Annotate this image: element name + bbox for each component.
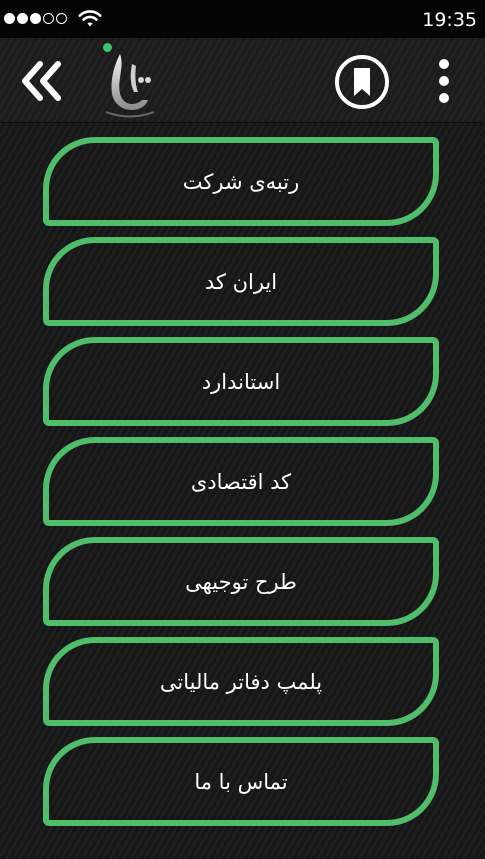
bookmark-icon [335, 55, 389, 109]
wifi-icon [78, 10, 102, 27]
menu-item-standard[interactable]: استاندارد [43, 337, 439, 426]
menu-item-label: تماس با ما [194, 769, 288, 794]
menu-item-economic-code[interactable]: کد اقتصادی [43, 437, 439, 526]
menu-item-feasibility-plan[interactable]: طرح توجیهی [43, 537, 439, 626]
menu-item-label: رتبه‌ی شرکت [182, 169, 300, 194]
double-chevron-left-icon [22, 61, 61, 101]
bookmark-button[interactable] [333, 53, 391, 111]
overflow-menu-button[interactable] [430, 56, 458, 106]
menu-item-contact-us[interactable]: تماس با ما [43, 737, 439, 826]
menu-item-label: کد اقتصادی [190, 469, 292, 494]
online-indicator [103, 43, 112, 52]
menu-item-label: استاندارد [201, 369, 281, 394]
back-button[interactable] [18, 56, 68, 106]
menu-item-company-rank[interactable]: رتبه‌ی شرکت [43, 137, 439, 226]
menu-item-label: پلمپ دفاتر مالیاتی [159, 669, 323, 694]
menu-item-iran-code[interactable]: ایران کد [43, 237, 439, 326]
signal-strength-icon [4, 13, 67, 24]
menu-item-label: ایران کد [204, 269, 278, 294]
menu-item-tax-ledger-seal[interactable]: پلمپ دفاتر مالیاتی [43, 637, 439, 726]
logo-icon [105, 54, 155, 118]
vertical-dots-icon [439, 59, 449, 103]
status-time: 19:35 [422, 9, 477, 31]
top-app-bar [0, 38, 485, 123]
app-screen: 19:35 [0, 0, 485, 859]
app-logo [92, 40, 162, 120]
status-bar: 19:35 [0, 0, 485, 38]
menu-item-label: طرح توجیهی [185, 569, 297, 594]
